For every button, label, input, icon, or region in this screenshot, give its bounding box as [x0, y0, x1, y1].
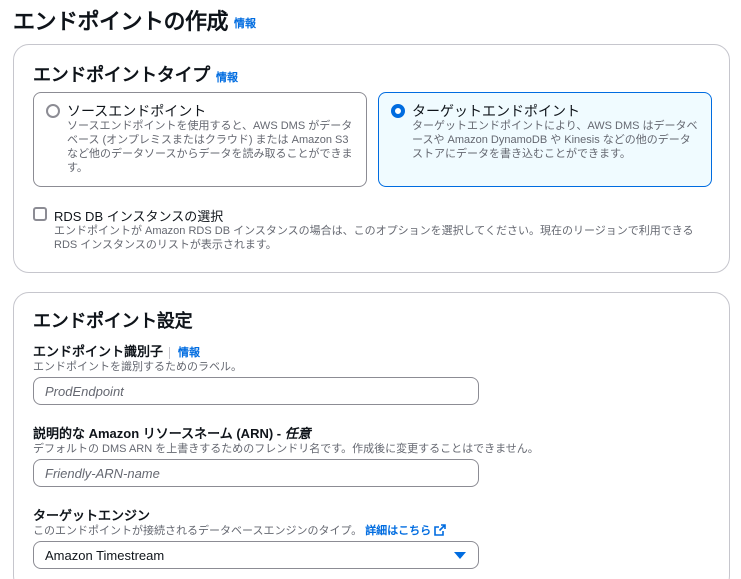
endpoint-type-panel: エンドポイントタイプ 情報 ソースエンドポイント ソースエンドポイントを使用すると…: [13, 44, 730, 273]
arn-input[interactable]: [33, 459, 479, 487]
source-endpoint-radio[interactable]: [46, 104, 60, 118]
identifier-label-text: エンドポイント識別子: [33, 344, 164, 359]
page-title-text: エンドポイントの作成: [13, 9, 229, 34]
arn-description: デフォルトの DMS ARN を上書きするためのフレンドリ名です。作成後に変更す…: [33, 443, 539, 455]
endpoint-settings-panel: エンドポイント設定 エンドポイント識別子 情報 エンドポイントを識別するためのラベ…: [13, 292, 730, 579]
target-engine-select[interactable]: Amazon Timestream: [33, 541, 479, 569]
endpoint-type-heading: エンドポイントタイプ 情報: [33, 61, 238, 87]
identifier-description: エンドポイントを識別するためのラベル。: [33, 361, 242, 373]
rds-instance-description: エンドポイントが Amazon RDS DB インスタンスの場合は、このオプショ…: [54, 225, 694, 251]
caret-down-icon: [454, 552, 466, 559]
arn-label-text: 説明的な Amazon リソースネーム (ARN) -: [33, 426, 285, 441]
page-title: エンドポイントの作成 情報: [13, 4, 256, 36]
identifier-input[interactable]: [33, 377, 479, 405]
endpoint-type-info-link[interactable]: 情報: [216, 72, 238, 84]
engine-description-text: このエンドポイントが接続されるデータベースエンジンのタイプ。: [33, 525, 363, 537]
page-info-link[interactable]: 情報: [234, 18, 256, 30]
target-endpoint-tile[interactable]: ターゲットエンドポイント ターゲットエンドポイントにより、AWS DMS はデー…: [378, 92, 712, 187]
rds-instance-label[interactable]: RDS DB インスタンスの選択: [54, 206, 223, 225]
target-endpoint-description: ターゲットエンドポイントにより、AWS DMS はデータベースや Amazon …: [412, 120, 698, 160]
rds-instance-checkbox[interactable]: [33, 207, 47, 221]
target-endpoint-title: ターゲットエンドポイント: [412, 103, 580, 119]
arn-optional-tag: 任意: [284, 426, 311, 441]
learn-more-text: 詳細はこちら: [365, 525, 432, 537]
endpoint-settings-heading: エンドポイント設定: [33, 311, 193, 331]
source-endpoint-tile[interactable]: ソースエンドポイント ソースエンドポイントを使用すると、AWS DMS がデータ…: [33, 92, 367, 187]
source-endpoint-description: ソースエンドポイントを使用すると、AWS DMS がデータベース (オンプレミス…: [67, 120, 353, 174]
target-engine-value: Amazon Timestream: [45, 548, 165, 563]
target-endpoint-radio[interactable]: [391, 104, 405, 118]
source-endpoint-title: ソースエンドポイント: [67, 103, 207, 119]
engine-description: このエンドポイントが接続されるデータベースエンジンのタイプ。 詳細はこちら: [33, 522, 446, 538]
endpoint-type-heading-text: エンドポイントタイプ: [33, 65, 210, 85]
external-link-icon: [434, 524, 446, 536]
learn-more-link[interactable]: 詳細はこちら: [365, 524, 446, 537]
